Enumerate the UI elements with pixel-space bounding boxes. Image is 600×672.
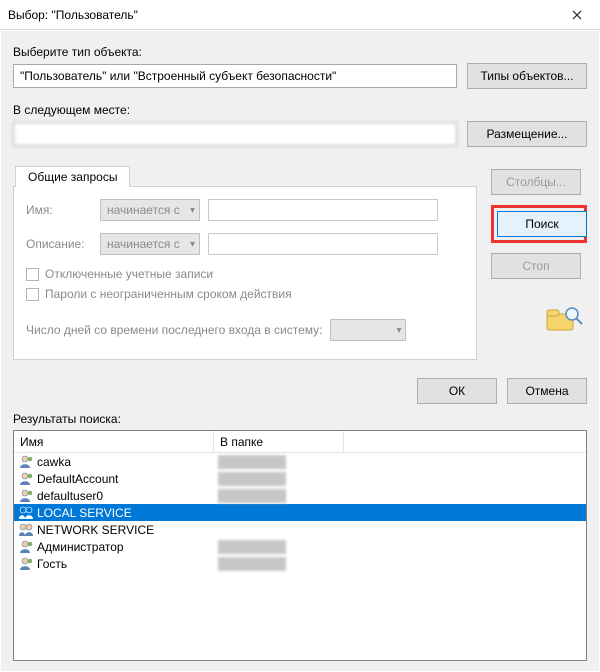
close-button[interactable] bbox=[556, 1, 598, 29]
disabled-accounts-checkbox bbox=[26, 268, 39, 281]
name-filter-label: Имя: bbox=[26, 203, 92, 217]
name-filter-input bbox=[208, 199, 438, 221]
column-header-name[interactable]: Имя bbox=[14, 431, 214, 452]
user-group-icon bbox=[18, 523, 34, 537]
location-button[interactable]: Размещение... bbox=[467, 121, 587, 147]
row-name: LOCAL SERVICE bbox=[37, 506, 132, 520]
row-name: DefaultAccount bbox=[37, 472, 118, 486]
user-icon bbox=[18, 557, 34, 571]
row-folder: ████████ bbox=[214, 489, 344, 503]
row-folder: ████████ bbox=[214, 557, 344, 571]
object-types-button[interactable]: Типы объектов... bbox=[467, 63, 587, 89]
dialog-select-user: Выбор: "Пользователь" Выберите тип объек… bbox=[0, 0, 600, 672]
days-since-login-select: ▾ bbox=[330, 319, 406, 341]
desc-filter-label: Описание: bbox=[26, 237, 92, 251]
table-row[interactable]: Гость ████████ bbox=[14, 555, 586, 572]
table-row[interactable]: NETWORK SERVICE bbox=[14, 521, 586, 538]
titlebar: Выбор: "Пользователь" bbox=[0, 0, 600, 30]
days-since-login-label: Число дней со времени последнего входа в… bbox=[26, 323, 322, 337]
row-folder: ████████ bbox=[214, 455, 344, 469]
no-password-expiry-label: Пароли с неограниченным сроком действия bbox=[45, 287, 292, 301]
table-row[interactable]: LOCAL SERVICE bbox=[14, 504, 586, 521]
ok-button[interactable]: ОК bbox=[417, 378, 497, 404]
no-password-expiry-checkbox bbox=[26, 288, 39, 301]
results-listview[interactable]: Имя В папке cawka ████████ DefaultAccount… bbox=[13, 430, 587, 661]
tab-common-queries[interactable]: Общие запросы bbox=[15, 166, 130, 187]
row-name: defaultuser0 bbox=[37, 489, 103, 503]
user-icon bbox=[18, 472, 34, 486]
table-row[interactable]: cawka ████████ bbox=[14, 453, 586, 470]
row-name: NETWORK SERVICE bbox=[37, 523, 154, 537]
user-icon bbox=[18, 540, 34, 554]
chevron-down-icon: ▾ bbox=[190, 239, 195, 250]
cancel-button[interactable]: Отмена bbox=[507, 378, 587, 404]
disabled-accounts-label: Отключенные учетные записи bbox=[45, 267, 213, 281]
object-type-label: Выберите тип объекта: bbox=[13, 45, 587, 59]
desc-filter-input bbox=[208, 233, 438, 255]
results-label: Результаты поиска: bbox=[13, 412, 587, 426]
folder-search-icon[interactable] bbox=[543, 301, 587, 337]
desc-filter-mode: начинается с ▾ bbox=[100, 233, 200, 255]
row-folder: ████████ bbox=[214, 540, 344, 554]
window-title: Выбор: "Пользователь" bbox=[8, 8, 556, 22]
table-row[interactable]: DefaultAccount ████████ bbox=[14, 470, 586, 487]
chevron-down-icon: ▾ bbox=[190, 205, 195, 216]
name-filter-mode: начинается с ▾ bbox=[100, 199, 200, 221]
stop-button: Стоп bbox=[491, 253, 581, 279]
user-group-icon bbox=[18, 506, 34, 520]
tab-panel-queries: Имя: начинается с ▾ Описание: начинается… bbox=[13, 186, 477, 360]
row-name: Администратор bbox=[37, 540, 124, 554]
client-area: Выберите тип объекта: "Пользователь" или… bbox=[0, 30, 600, 672]
row-name: cawka bbox=[37, 455, 71, 469]
search-button[interactable]: Поиск bbox=[497, 211, 587, 237]
search-button-highlight: Поиск bbox=[491, 205, 587, 243]
row-folder: ████████ bbox=[214, 472, 344, 486]
object-type-field: "Пользователь" или "Встроенный субъект б… bbox=[13, 64, 457, 88]
row-name: Гость bbox=[37, 557, 67, 571]
location-field bbox=[13, 122, 457, 146]
table-row[interactable]: Администратор ████████ bbox=[14, 538, 586, 555]
column-header-folder[interactable]: В папке bbox=[214, 431, 344, 452]
tab-strip: Общие запросы bbox=[13, 165, 477, 186]
chevron-down-icon: ▾ bbox=[396, 325, 401, 336]
user-icon bbox=[18, 489, 34, 503]
location-label: В следующем месте: bbox=[13, 103, 587, 117]
columns-button[interactable]: Столбцы... bbox=[491, 169, 581, 195]
table-row[interactable]: defaultuser0 ████████ bbox=[14, 487, 586, 504]
user-icon bbox=[18, 455, 34, 469]
